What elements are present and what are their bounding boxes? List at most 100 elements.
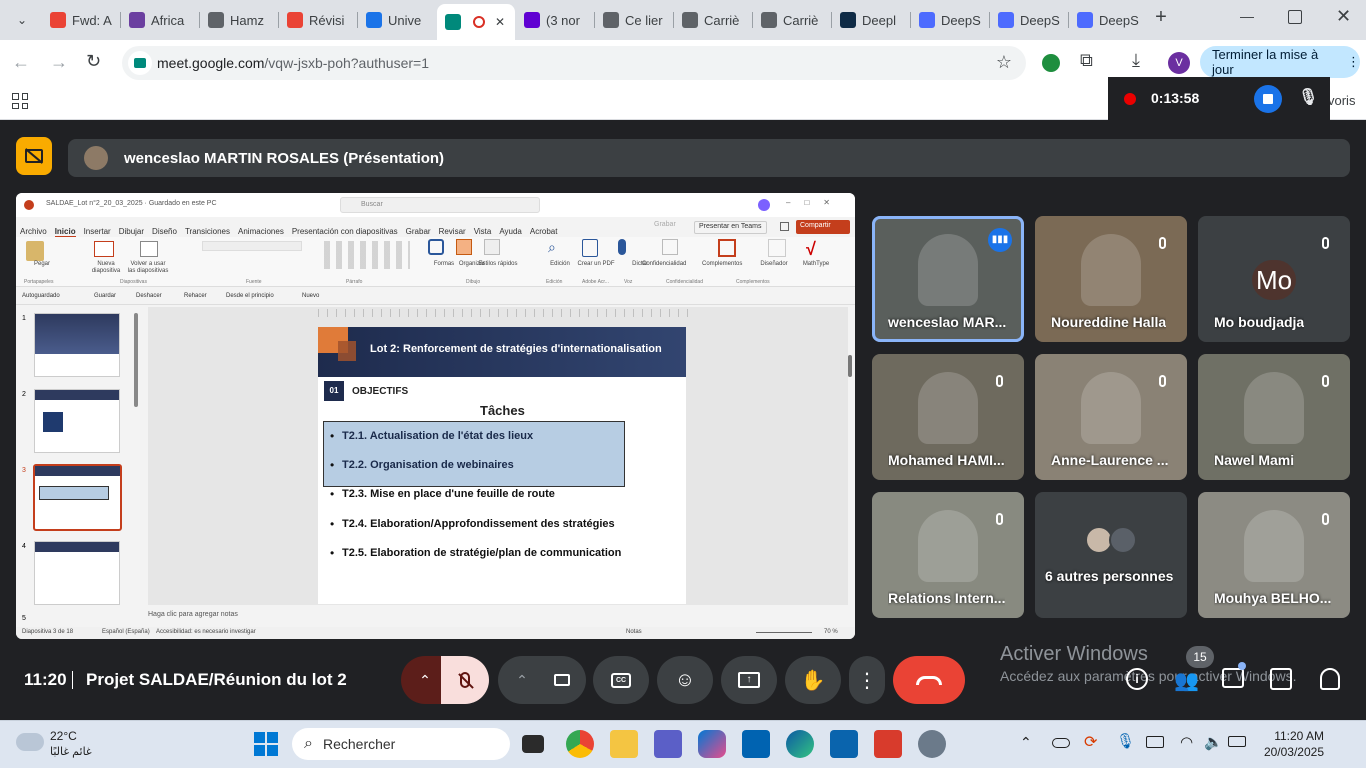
slide-thumbnail-1[interactable]	[34, 313, 120, 377]
quick-access-item[interactable]: Autoguardado	[22, 293, 60, 299]
ppt-menu-item[interactable]: Archivo	[20, 227, 47, 236]
file-explorer-icon[interactable]	[610, 730, 638, 758]
slide-thumbnail-3[interactable]	[33, 464, 122, 531]
quick-access-item[interactable]: Rehacer	[184, 293, 207, 299]
ppt-menu-item[interactable]: Revisar	[439, 227, 466, 236]
status-notes-button[interactable]: Notas	[626, 629, 642, 635]
teams-icon[interactable]	[654, 730, 682, 758]
forward-icon[interactable]: →	[50, 52, 68, 73]
browser-tab[interactable]: (3 nor	[516, 6, 593, 34]
notes-pane[interactable]: Haga clic para agregar notas	[148, 611, 848, 625]
wps-icon[interactable]	[874, 730, 902, 758]
zoom-slider[interactable]	[756, 632, 812, 633]
ribbon-button-label[interactable]: Crear un PDF	[576, 261, 616, 268]
ppt-present-teams-button[interactable]: Presentar en Teams	[694, 221, 767, 234]
ppt-account-icon[interactable]	[758, 199, 770, 211]
ribbon-button-label[interactable]: Volver a usar las diapositivas	[126, 261, 170, 275]
copilot-icon[interactable]	[698, 730, 726, 758]
ppt-menu-item[interactable]: Ayuda	[499, 227, 522, 236]
presentation-toggle-button[interactable]	[16, 137, 52, 175]
people-icon[interactable]: 👥	[1174, 668, 1199, 692]
browser-tab[interactable]: DeepS	[990, 6, 1067, 34]
ppt-menu-item[interactable]: Dibujar	[119, 227, 144, 236]
browser-tab[interactable]: DeepS	[1069, 6, 1146, 34]
ppt-menu-item[interactable]: Acrobat	[530, 227, 558, 236]
browser-tab[interactable]: Révisi	[279, 6, 356, 34]
browser-tab[interactable]: Fwd: A	[42, 6, 119, 34]
clock-date[interactable]: 20/03/2025	[1260, 745, 1324, 759]
shapes-icon[interactable]	[428, 239, 444, 255]
browser-tab[interactable]: Africa	[121, 6, 198, 34]
browser-tab[interactable]: Ce lier	[595, 6, 672, 34]
ribbon-button-label[interactable]: Pegar	[22, 261, 62, 268]
back-icon[interactable]: ←	[12, 52, 30, 73]
host-controls-icon[interactable]	[1320, 668, 1340, 690]
dictate-icon[interactable]	[618, 239, 626, 255]
sensitivity-icon[interactable]	[662, 239, 678, 255]
status-zoom[interactable]: 70 %	[824, 629, 838, 635]
status-language[interactable]: Español (España)	[102, 629, 150, 635]
participant-tile[interactable]: Mohamed HAMI...	[872, 354, 1024, 480]
ppt-menu-item[interactable]: Diseño	[152, 227, 177, 236]
ppt-search-box[interactable]: Buscar	[340, 197, 540, 213]
quick-access-item[interactable]: Desde el principio	[226, 293, 274, 299]
info-icon[interactable]: i	[1126, 668, 1148, 690]
extension-green-icon[interactable]	[1042, 54, 1060, 72]
sync-icon[interactable]: ⟳	[1084, 732, 1097, 752]
ribbon-button-label[interactable]: MathType	[796, 261, 836, 268]
new-tab-button[interactable]: +	[1150, 6, 1172, 32]
ppt-share-button[interactable]: Compartir	[796, 220, 850, 234]
ppt-menu-item[interactable]: Animaciones	[238, 227, 284, 236]
mathtype-icon[interactable]: √	[806, 239, 816, 260]
more-options-button[interactable]: ⋮	[849, 656, 885, 704]
present-button[interactable]: ↑	[721, 656, 777, 704]
reuse-slides-icon[interactable]	[140, 241, 158, 257]
slide-thumbnail-4[interactable]	[34, 541, 120, 605]
paste-icon[interactable]	[26, 241, 44, 261]
update-button[interactable]: Terminer la mise à jour ⋮	[1200, 46, 1360, 78]
ribbon-button-label[interactable]: Complementos	[702, 261, 742, 268]
tray-chevron-icon[interactable]: ⌃	[1020, 734, 1032, 751]
leave-call-button[interactable]	[893, 656, 965, 704]
battery-icon[interactable]	[1228, 736, 1246, 747]
ribbon-button-label[interactable]: Edición	[540, 261, 580, 268]
download-icon[interactable]: ⤓	[1132, 50, 1140, 71]
ppt-menu-item[interactable]: Grabar	[406, 227, 431, 236]
ribbon-button-label[interactable]: Confidencialidad	[642, 261, 686, 268]
raise-hand-button[interactable]: ✋	[785, 656, 841, 704]
volume-icon[interactable]: 🔈	[1204, 733, 1223, 751]
store-icon[interactable]	[742, 730, 770, 758]
browser-tab[interactable]: Deepl	[832, 6, 909, 34]
designer-icon[interactable]	[768, 239, 786, 257]
quick-access-item[interactable]: Guardar	[94, 293, 116, 299]
ppt-window-controls[interactable]: –□✕	[786, 198, 844, 207]
participant-tile[interactable]: 6 autres personnes	[1035, 492, 1187, 618]
keyboard-icon[interactable]	[1146, 736, 1164, 748]
participant-tile[interactable]: Mouhya BELHO...	[1198, 492, 1350, 618]
edit-icon[interactable]: ⌕	[548, 239, 556, 256]
site-info-icon[interactable]	[128, 51, 152, 75]
new-slide-icon[interactable]	[94, 241, 114, 257]
profile-avatar[interactable]: V	[1168, 52, 1190, 74]
ppt-record-button[interactable]: Grabar	[654, 221, 676, 228]
slide-thumbnail-2[interactable]	[34, 389, 120, 453]
browser-tab[interactable]: Unive	[358, 6, 435, 34]
chat-icon[interactable]	[1222, 668, 1244, 688]
tab-close-icon[interactable]: ✕	[495, 15, 505, 29]
ppt-menu-item[interactable]: Transiciones	[185, 227, 230, 236]
paragraph-tools[interactable]	[324, 241, 410, 269]
font-box[interactable]	[202, 241, 302, 251]
canvas-scrollbar[interactable]	[848, 355, 852, 377]
activities-icon[interactable]	[1270, 668, 1292, 690]
onedrive-icon[interactable]	[1052, 738, 1070, 748]
captions-button[interactable]: CC	[593, 656, 649, 704]
participant-tile[interactable]: Noureddine Halla	[1035, 216, 1187, 342]
start-windows-icon[interactable]	[254, 732, 278, 756]
create-pdf-icon[interactable]	[582, 239, 598, 257]
tab-search-button[interactable]: ⌄	[10, 8, 34, 32]
participant-tile[interactable]: wenceslao MAR... ▮▮▮	[872, 216, 1024, 342]
browser-tab[interactable]: Carriè	[753, 6, 830, 34]
minimize-button[interactable]: —	[1240, 8, 1260, 24]
maximize-button[interactable]	[1288, 10, 1302, 24]
reactions-button[interactable]: ☺	[657, 656, 713, 704]
